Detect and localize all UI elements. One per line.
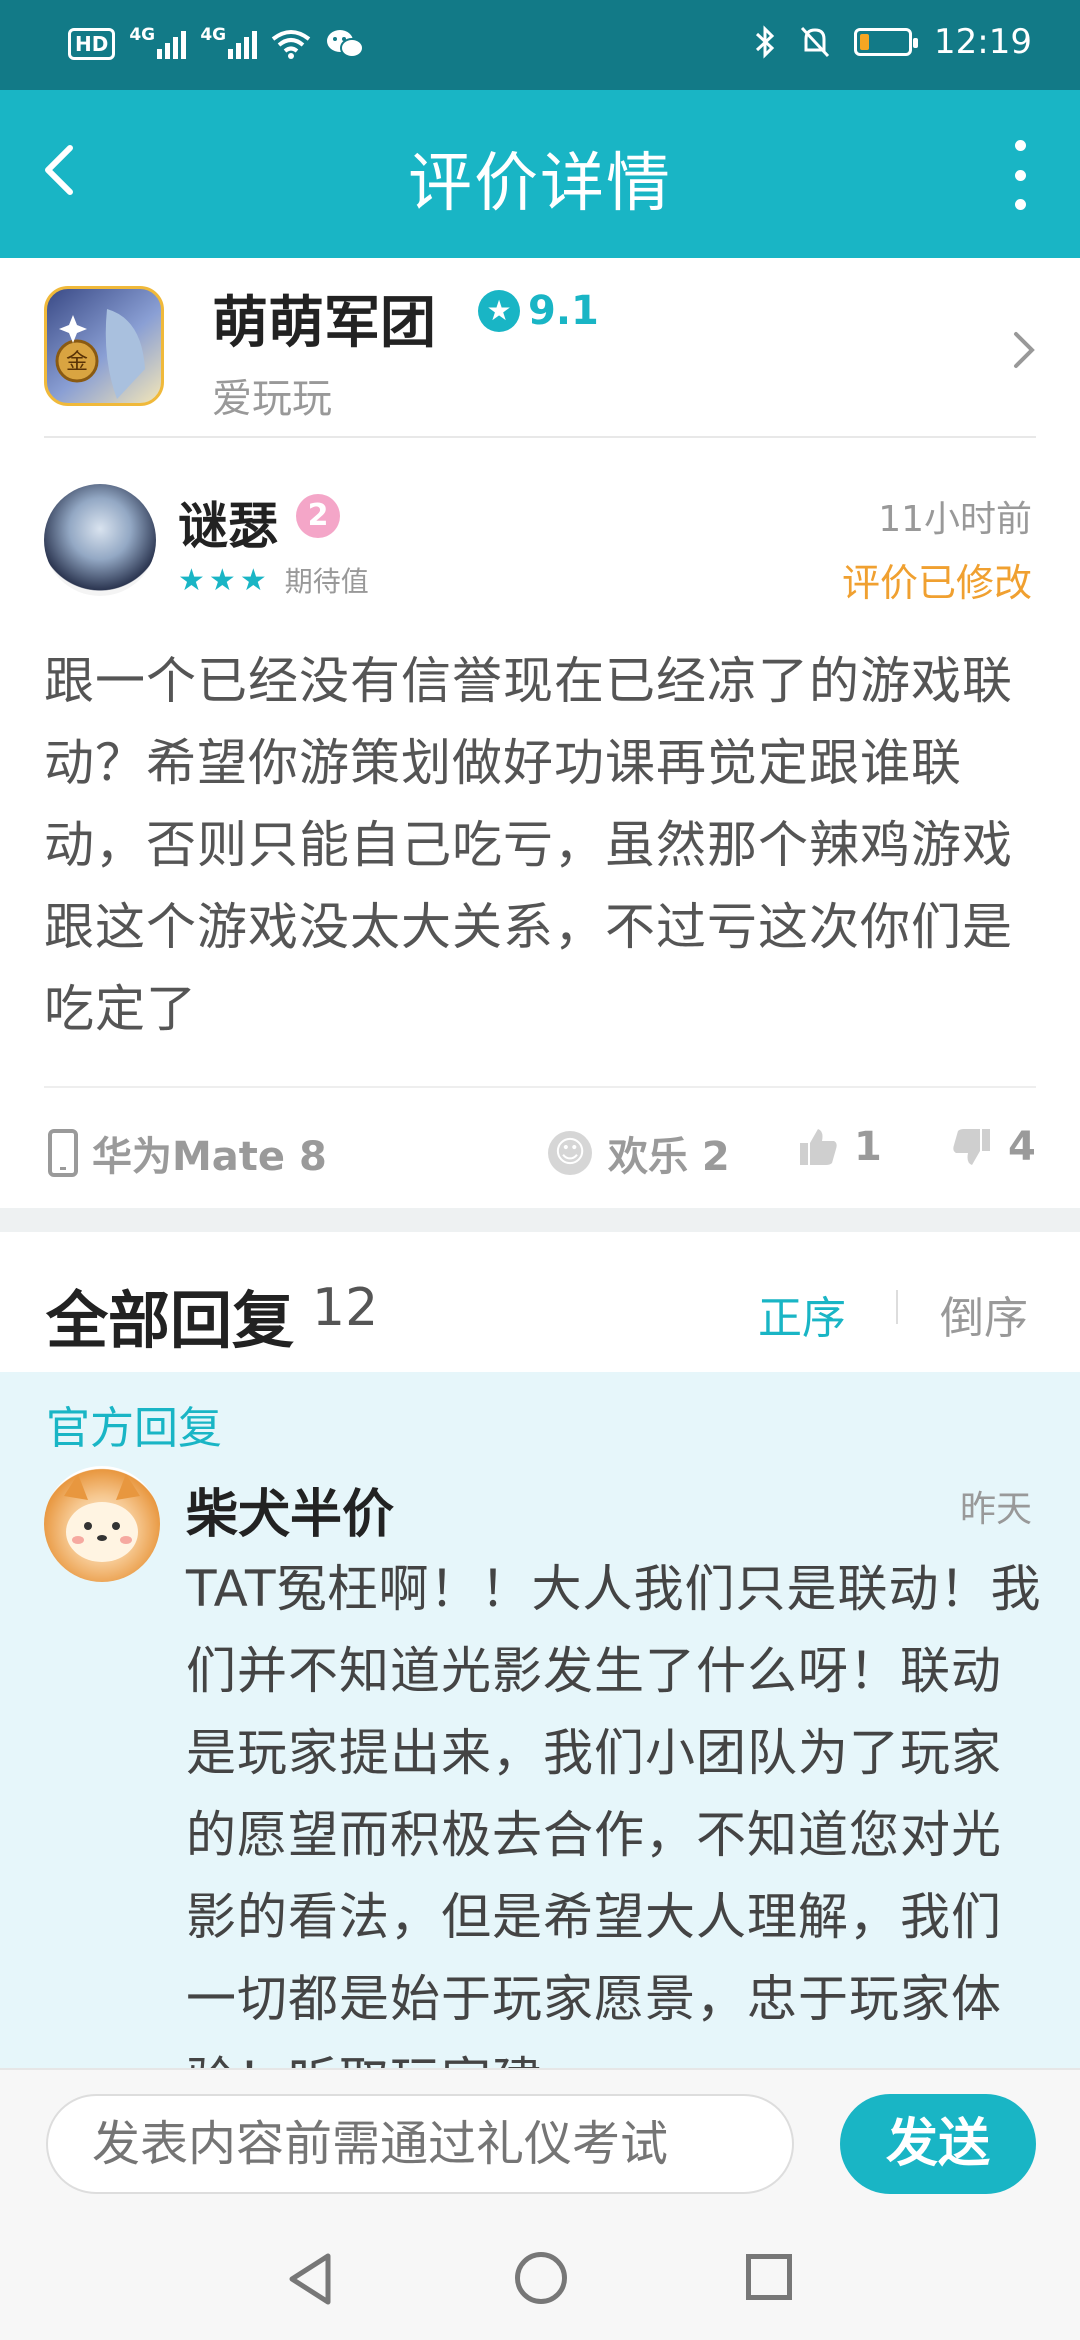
official-content: TAT冤枉啊！！大人我们只是联动！我们并不知道光影发生了什么呀！联动是玩家提出来…: [186, 1560, 1042, 2068]
official-avatar[interactable]: [44, 1466, 160, 1582]
device-info: 华为Mate 8: [48, 1124, 327, 1182]
star-icon: ★: [208, 562, 236, 598]
system-nav-bar: [0, 2216, 1080, 2340]
bluetooth-icon: [755, 25, 775, 59]
clock: 12:19: [934, 22, 1032, 62]
phone-icon: [48, 1129, 78, 1177]
official-reply: 官方回复 柴犬半价 昨天 TAT冤枉啊！！大人我们只是联动！我们并不知道光影发生…: [0, 1372, 1080, 2068]
nav-home-icon[interactable]: [515, 2252, 567, 2304]
dislike-button[interactable]: 4: [952, 1124, 1036, 1170]
game-name: 萌萌军团: [212, 291, 436, 356]
like-button[interactable]: 1: [798, 1124, 882, 1170]
game-icon[interactable]: 金: [44, 286, 164, 406]
svg-text:金: 金: [66, 350, 88, 375]
sort-divider: [896, 1290, 898, 1324]
game-rating: ★ 9.1: [478, 288, 599, 334]
star-icon: ★: [478, 290, 520, 332]
game-header[interactable]: 金 萌萌军团 ★ 9.1 爱玩玩: [0, 258, 1080, 438]
thumbs-down-icon: [953, 1129, 990, 1165]
review-content: 跟一个已经没有信誉现在已经凉了的游戏联动？希望你游策划做好功课再觉定跟谁联动，否…: [44, 652, 1013, 1038]
review-edited-label[interactable]: 评价已修改: [842, 552, 1032, 607]
like-count: 1: [854, 1124, 882, 1170]
replies-title: 全部回复: [46, 1284, 295, 1357]
thumbs-up-icon: [800, 1129, 837, 1165]
status-right: 12:19: [754, 22, 1032, 62]
stars-label: 期待值: [284, 565, 369, 598]
official-author[interactable]: 柴犬半价: [186, 1472, 394, 1547]
level-badge: 2: [296, 494, 340, 538]
game-art-icon: 金: [55, 309, 145, 399]
hd-badge: HD: [68, 28, 116, 60]
star-icon: ★: [239, 562, 267, 598]
divider: [44, 1086, 1036, 1088]
reviewer-avatar[interactable]: [44, 484, 156, 596]
replies-count: 12: [312, 1278, 379, 1338]
composer-bar: 发送: [0, 2068, 1080, 2216]
star-icon: ★: [178, 562, 205, 598]
official-time: 昨天: [959, 1489, 1032, 1530]
review-footer: 华为Mate 8 ☺ 欢乐 2 1 4: [0, 1110, 1080, 1190]
signal-icon: 4G: [129, 25, 187, 59]
divider: [44, 436, 1036, 438]
status-left: HD 4G 4G: [68, 25, 365, 60]
emotion-label: 欢乐 2: [608, 1134, 730, 1180]
battery-icon: [854, 28, 919, 56]
sort-ascending-button[interactable]: 正序: [758, 1282, 846, 1346]
dislike-count: 4: [1008, 1124, 1036, 1170]
game-developer: 爱玩玩: [212, 376, 332, 422]
emotion-button[interactable]: ☺ 欢乐 2: [548, 1124, 730, 1182]
network-type: 4G: [129, 25, 156, 45]
official-reply-label: 官方回复: [46, 1403, 222, 1454]
nav-back-icon[interactable]: [286, 2252, 336, 2306]
device-name: 华为Mate 8: [92, 1134, 327, 1180]
battery-level: [860, 34, 870, 50]
status-bar: HD 4G 4G 12:19: [0, 0, 1080, 90]
comment-input[interactable]: [46, 2094, 794, 2194]
replies-header: 全部回复 12 正序 倒序: [0, 1232, 1080, 1372]
review-stars: ★ ★ ★ 期待值: [178, 560, 369, 600]
page-title: 评价详情: [408, 147, 672, 221]
more-button[interactable]: [1000, 140, 1040, 210]
wifi-icon: [272, 30, 311, 59]
nav-recents-icon[interactable]: [746, 2254, 792, 2300]
rating-value: 9.1: [528, 288, 599, 334]
review-time: 11小时前: [878, 499, 1032, 540]
sort-descending-button[interactable]: 倒序: [940, 1282, 1028, 1346]
shiba-icon: [64, 1474, 140, 1562]
more-vertical-icon: [1014, 140, 1026, 151]
signal-icon-2: 4G: [200, 25, 258, 59]
section-gap: [0, 1208, 1080, 1232]
network-type-2: 4G: [200, 25, 227, 45]
smile-icon: ☺: [548, 1131, 592, 1175]
send-button[interactable]: 发送: [840, 2094, 1036, 2194]
reviewer-name[interactable]: 谜瑟: [178, 486, 278, 558]
title-bar: 评价详情: [0, 90, 1080, 258]
chevron-right-icon[interactable]: [1010, 326, 1040, 385]
wechat-icon: [327, 30, 365, 58]
mute-bell-icon: [800, 26, 830, 58]
